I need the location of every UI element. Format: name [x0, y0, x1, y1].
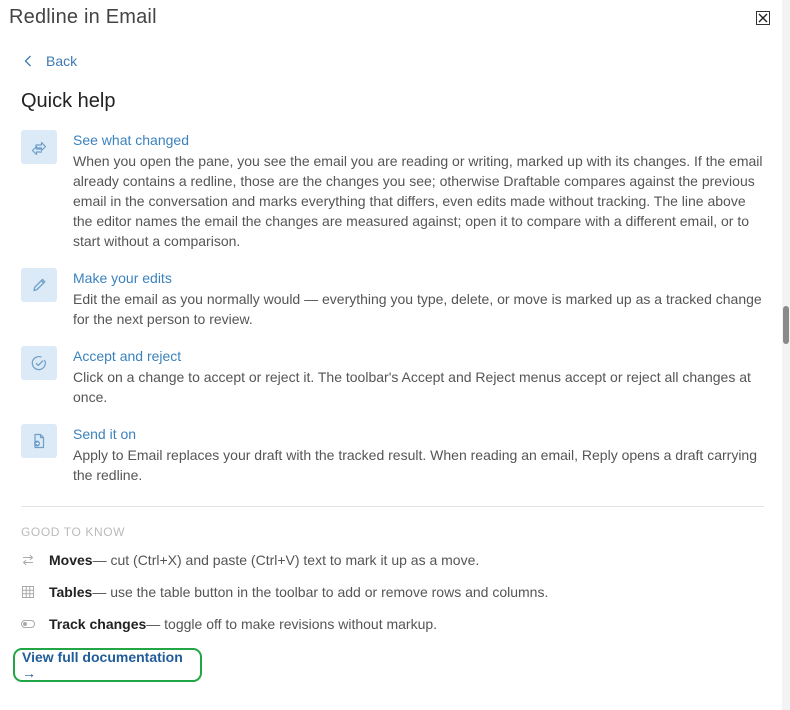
- tip-term: Moves: [49, 552, 93, 568]
- back-label: Back: [46, 53, 78, 69]
- tip-text: — use the table button in the toolbar to…: [92, 584, 549, 600]
- tip-text: — toggle off to make revisions without m…: [146, 616, 438, 632]
- tip-moves: Moves — cut (Ctrl+X) and paste (Ctrl+V) …: [21, 552, 479, 568]
- back-button[interactable]: Back: [24, 53, 77, 69]
- table-icon: [21, 585, 35, 599]
- close-icon: [758, 13, 768, 23]
- scrollbar[interactable]: [782, 0, 790, 710]
- check-circle-icon: [21, 346, 57, 380]
- help-body: When you open the pane, you see the emai…: [73, 153, 763, 249]
- tip-tables: Tables — use the table button in the too…: [21, 584, 548, 600]
- close-button[interactable]: [756, 11, 770, 25]
- send-document-icon: [21, 424, 57, 458]
- view-documentation-link[interactable]: View full documentation →: [13, 648, 202, 682]
- help-body: Edit the email as you normally would — e…: [73, 291, 762, 327]
- help-body: Click on a change to accept or reject it…: [73, 369, 751, 405]
- divider: [21, 506, 764, 507]
- help-heading: Send it on: [73, 426, 137, 442]
- good-to-know-label: GOOD TO KNOW: [21, 525, 126, 539]
- section-title: Quick help: [21, 90, 116, 112]
- help-heading: Make your edits: [73, 270, 172, 286]
- arrows-swap-icon: [21, 130, 57, 164]
- tip-track-changes: Track changes — toggle off to make revis…: [21, 616, 437, 632]
- title-bar: Redline in Email: [0, 0, 782, 40]
- help-heading: See what changed: [73, 132, 189, 148]
- scrollbar-thumb[interactable]: [783, 306, 789, 344]
- help-body: Apply to Email replaces your draft with …: [73, 447, 757, 483]
- tip-term: Track changes: [49, 616, 147, 632]
- help-heading: Accept and reject: [73, 348, 182, 364]
- toggle-icon: [21, 617, 35, 631]
- tip-text: — cut (Ctrl+X) and paste (Ctrl+V) text t…: [92, 552, 480, 568]
- app-title: Redline in Email: [9, 6, 157, 28]
- tip-term: Tables: [49, 584, 93, 600]
- chevron-left-icon: [24, 55, 31, 67]
- pencil-icon: [21, 268, 57, 302]
- task-pane: Back Quick help See what changed When yo…: [0, 40, 782, 710]
- swap-icon: [21, 553, 35, 567]
